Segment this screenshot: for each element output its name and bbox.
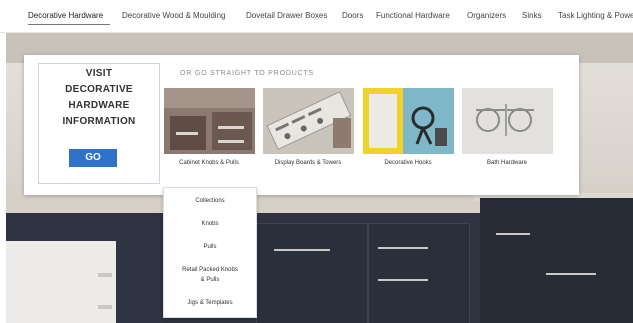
- nav-organizers[interactable]: Organizers: [467, 11, 506, 20]
- submenu-item-jigs-templates[interactable]: Jigs & Templates: [164, 300, 256, 306]
- product-tile-decorative-hooks[interactable]: [363, 88, 454, 154]
- island-pull: [98, 273, 112, 277]
- bath-hardware-image: [462, 88, 553, 154]
- cabinet-pull: [496, 233, 530, 235]
- submenu-item-retail-packed-line2[interactable]: & Pulls: [164, 277, 256, 283]
- cabinet-knobs-pulls-image: [164, 88, 255, 154]
- product-tile-bath-hardware[interactable]: [462, 88, 553, 154]
- nav-functional-hardware[interactable]: Functional Hardware: [376, 11, 450, 20]
- product-tile-display-boards-towers[interactable]: [263, 88, 354, 154]
- product-tile-cabinet-knobs-pulls[interactable]: [164, 88, 255, 154]
- nav-decorative-hardware[interactable]: Decorative Hardware: [28, 11, 103, 20]
- submenu-item-collections[interactable]: Collections: [164, 198, 256, 204]
- cabinet-door: [368, 223, 470, 323]
- cabinet-pull: [546, 273, 596, 275]
- submenu-item-retail-packed-line1[interactable]: Retail Packed Knobs: [164, 267, 256, 273]
- nav-dovetail-drawer-boxes[interactable]: Dovetail Drawer Boxes: [246, 11, 327, 20]
- cabinet-door: [256, 223, 368, 323]
- product-label[interactable]: Bath Hardware: [447, 160, 567, 166]
- display-boards-towers-image: [263, 88, 354, 154]
- nav-decorative-wood-moulding[interactable]: Decorative Wood & Moulding: [122, 11, 225, 20]
- knobs-pulls-submenu: Collections Knobs Pulls Retail Packed Kn…: [163, 187, 257, 318]
- nav-task-lighting-power[interactable]: Task Lighting & Power: [558, 11, 633, 20]
- visit-text: VISIT: [85, 68, 113, 79]
- nav-doors[interactable]: Doors: [342, 11, 363, 20]
- visit-text: HARDWARE: [68, 100, 130, 111]
- cabinet-pull: [274, 249, 330, 251]
- cabinet-pull: [378, 279, 428, 281]
- submenu-item-pulls[interactable]: Pulls: [164, 244, 256, 250]
- top-navigation: Decorative Hardware Decorative Wood & Mo…: [0, 0, 633, 33]
- products-heading: OR GO STRAIGHT TO PRODUCTS: [180, 70, 314, 77]
- cabinet-pull: [378, 247, 428, 249]
- nav-sinks[interactable]: Sinks: [522, 11, 542, 20]
- active-tab-underline: [28, 24, 110, 25]
- submenu-item-knobs[interactable]: Knobs: [164, 221, 256, 227]
- kitchen-island: [6, 241, 116, 323]
- visit-text: INFORMATION: [62, 116, 136, 127]
- decorative-hooks-image: [363, 88, 454, 154]
- right-cabinet: [480, 198, 633, 323]
- go-button[interactable]: GO: [69, 149, 117, 167]
- visit-text: DECORATIVE: [65, 84, 133, 95]
- island-pull: [98, 305, 112, 309]
